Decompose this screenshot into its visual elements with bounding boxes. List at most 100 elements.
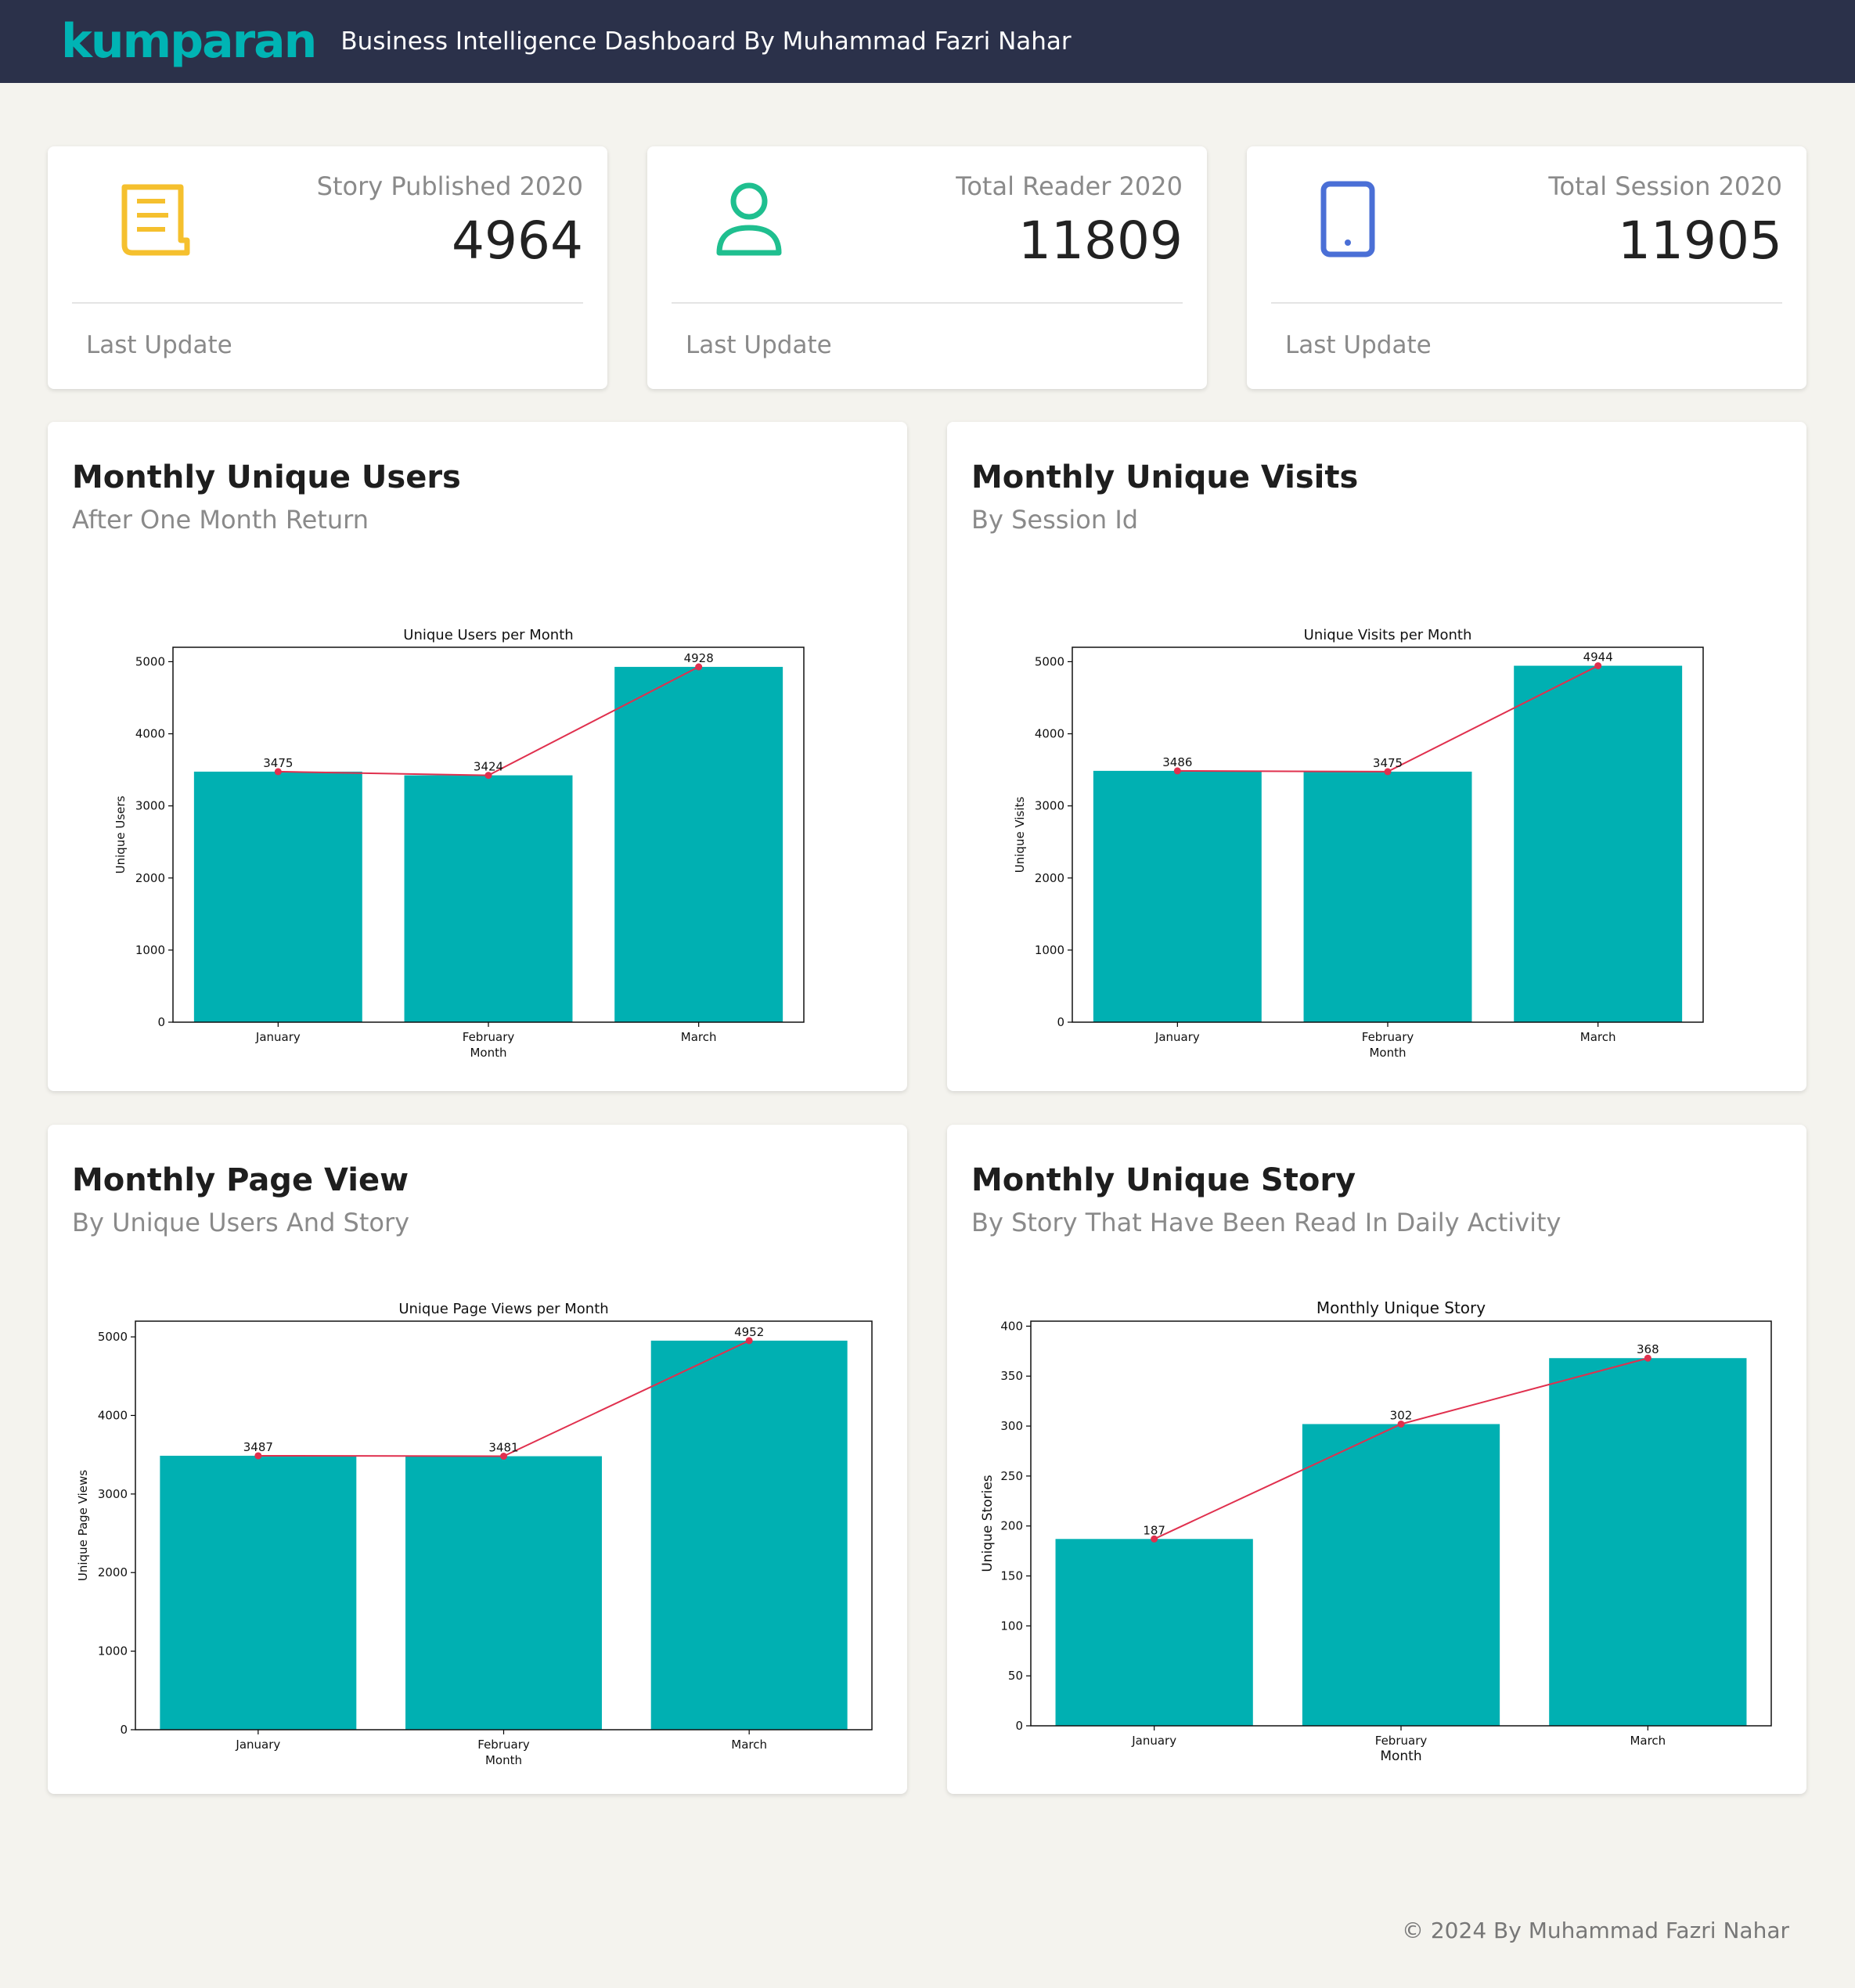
y-tick-label: 3000 bbox=[1035, 799, 1064, 813]
chart-bar bbox=[614, 667, 783, 1022]
divider bbox=[1271, 302, 1782, 304]
stat-label: Total Session 2020 bbox=[1548, 171, 1782, 201]
data-label: 3487 bbox=[243, 1440, 273, 1454]
y-tick-label: 200 bbox=[1000, 1519, 1023, 1533]
chart-bar bbox=[193, 771, 362, 1022]
chart-plot-title: Monthly Unique Story bbox=[1317, 1298, 1486, 1317]
dashboard-title: Business Intelligence Dashboard By Muham… bbox=[340, 27, 1072, 56]
chart-bar bbox=[1303, 771, 1472, 1022]
chart-plot-title: Unique Users per Month bbox=[403, 627, 573, 643]
chart-bar bbox=[1514, 665, 1683, 1022]
x-axis-label: Month bbox=[1369, 1046, 1406, 1060]
stat-label: Total Reader 2020 bbox=[956, 171, 1183, 201]
y-axis-label: Unique Stories bbox=[980, 1475, 996, 1572]
kumparan-logo[interactable]: kumparan bbox=[61, 18, 317, 65]
y-tick-label: 4000 bbox=[1035, 727, 1064, 741]
y-tick-label: 3000 bbox=[98, 1487, 128, 1501]
stat-value: 11905 bbox=[1618, 211, 1782, 271]
y-tick-label: 1000 bbox=[1035, 943, 1064, 957]
y-tick-label: 0 bbox=[1057, 1015, 1064, 1029]
unique-visits-chart: Unique Visits per Month January February Ma… bbox=[1013, 627, 1704, 1060]
y-tick-label: 100 bbox=[1000, 1619, 1023, 1633]
y-tick-label: 2000 bbox=[98, 1565, 128, 1579]
divider bbox=[672, 302, 1183, 304]
y-tick-label: 2000 bbox=[135, 871, 165, 885]
x-tick-label: February bbox=[463, 1030, 515, 1044]
chart-bar bbox=[1302, 1424, 1500, 1726]
data-label: 368 bbox=[1637, 1342, 1659, 1356]
y-tick-label: 1000 bbox=[135, 943, 165, 957]
x-tick-label: February bbox=[1362, 1030, 1414, 1044]
document-icon bbox=[121, 184, 190, 256]
x-tick-label: March bbox=[681, 1030, 717, 1044]
y-tick-label: 4000 bbox=[135, 727, 165, 741]
tablet-icon bbox=[1320, 181, 1375, 258]
page-view-chart: Unique Page Views per Month January Februa… bbox=[76, 1301, 873, 1767]
x-tick-label: March bbox=[1580, 1030, 1616, 1044]
data-label: 302 bbox=[1390, 1408, 1413, 1422]
navbar: kumparan Business Intelligence Dashboard… bbox=[0, 0, 1855, 83]
y-tick-label: 0 bbox=[120, 1723, 128, 1737]
chart-plot-title: Unique Visits per Month bbox=[1304, 627, 1472, 643]
stat-value: 11809 bbox=[1018, 211, 1183, 271]
data-label: 4944 bbox=[1583, 650, 1613, 664]
y-axis-label: Unique Visits bbox=[1013, 797, 1027, 873]
unique-story-chart: Monthly Unique Story January February March… bbox=[980, 1298, 1772, 1764]
data-label: 4952 bbox=[734, 1325, 764, 1339]
stat-value: 4964 bbox=[452, 211, 583, 271]
x-tick-label: March bbox=[731, 1738, 767, 1752]
x-tick-label: February bbox=[1375, 1734, 1428, 1748]
chart-bar bbox=[1549, 1358, 1747, 1726]
data-label: 3475 bbox=[263, 756, 293, 770]
x-tick-label: March bbox=[1630, 1734, 1666, 1748]
chart-bar bbox=[1055, 1539, 1253, 1726]
y-tick-label: 400 bbox=[1000, 1319, 1023, 1333]
x-tick-label: February bbox=[477, 1738, 530, 1752]
y-tick-label: 3000 bbox=[135, 799, 165, 813]
data-label: 4928 bbox=[684, 651, 714, 665]
chart-card-unique-users: Monthly Unique Users After One Month Ret… bbox=[48, 422, 907, 1091]
unique-users-chart: Unique Users per Month January February Mar… bbox=[113, 627, 805, 1060]
x-axis-label: Month bbox=[485, 1753, 522, 1767]
stat-label: Story Published 2020 bbox=[316, 171, 583, 201]
y-tick-label: 5000 bbox=[1035, 654, 1064, 668]
y-axis-label: Unique Page Views bbox=[76, 1470, 90, 1581]
data-label: 3475 bbox=[1373, 756, 1403, 770]
y-axis-label: Unique Users bbox=[113, 795, 128, 873]
x-tick-label: January bbox=[235, 1738, 280, 1752]
last-update-label: Last Update bbox=[1285, 331, 1432, 359]
user-icon bbox=[716, 182, 782, 256]
y-tick-label: 250 bbox=[1000, 1469, 1023, 1483]
chart-bar bbox=[650, 1340, 848, 1730]
y-tick-label: 2000 bbox=[1035, 871, 1064, 885]
data-label: 3486 bbox=[1162, 755, 1192, 769]
y-tick-label: 150 bbox=[1000, 1569, 1023, 1583]
chart-card-page-view: Monthly Page View By Unique Users And St… bbox=[48, 1125, 907, 1794]
footer-copyright: © 2024 By Muhammad Fazri Nahar bbox=[1401, 1918, 1789, 1943]
data-label: 3481 bbox=[488, 1441, 518, 1455]
last-update-label: Last Update bbox=[86, 331, 232, 359]
last-update-label: Last Update bbox=[686, 331, 832, 359]
chart-bar bbox=[404, 775, 573, 1022]
x-axis-label: Month bbox=[1380, 1749, 1421, 1764]
chart-card-unique-story: Monthly Unique Story By Story That Have … bbox=[947, 1125, 1806, 1794]
y-tick-label: 4000 bbox=[98, 1408, 128, 1422]
chart-card-unique-visits: Monthly Unique Visits By Session Id Uniq… bbox=[947, 422, 1806, 1091]
data-label: 3424 bbox=[474, 760, 503, 774]
y-tick-label: 5000 bbox=[98, 1330, 128, 1344]
y-tick-label: 0 bbox=[1015, 1719, 1023, 1733]
y-tick-label: 1000 bbox=[98, 1644, 128, 1658]
divider bbox=[72, 302, 583, 304]
chart-plot-title: Unique Page Views per Month bbox=[398, 1301, 608, 1317]
stat-card-total-reader: Total Reader 2020 11809 Last Update bbox=[647, 146, 1207, 389]
y-tick-label: 5000 bbox=[135, 654, 165, 668]
x-tick-label: January bbox=[1154, 1030, 1200, 1044]
y-tick-label: 0 bbox=[157, 1015, 165, 1029]
chart-bar bbox=[1093, 770, 1262, 1022]
chart-bar bbox=[160, 1455, 357, 1730]
x-tick-label: January bbox=[255, 1030, 301, 1044]
y-tick-label: 50 bbox=[1008, 1669, 1023, 1683]
stat-card-total-session: Total Session 2020 11905 Last Update bbox=[1247, 146, 1806, 389]
chart-bar bbox=[405, 1456, 602, 1730]
y-tick-label: 300 bbox=[1000, 1419, 1023, 1433]
